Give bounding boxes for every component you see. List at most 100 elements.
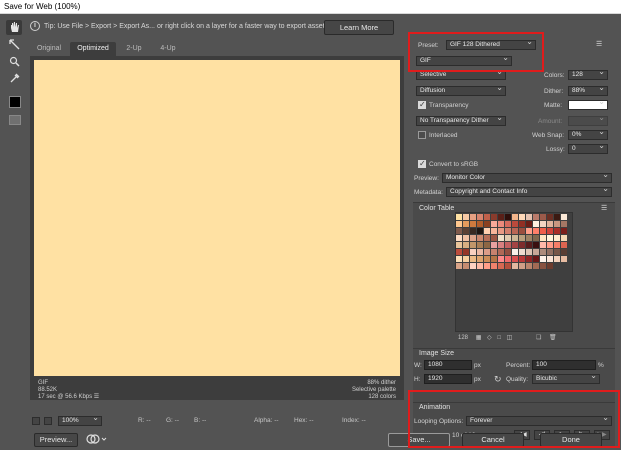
color-swatch[interactable] xyxy=(498,228,504,234)
lock-color-icon[interactable]: □ xyxy=(497,335,501,341)
color-swatch[interactable] xyxy=(456,249,462,255)
color-swatch[interactable] xyxy=(505,263,511,269)
color-swatch[interactable] xyxy=(547,214,553,220)
color-swatch[interactable] xyxy=(519,221,525,227)
color-swatch[interactable] xyxy=(505,242,511,248)
color-swatch[interactable] xyxy=(519,242,525,248)
zoom-tool-icon[interactable] xyxy=(6,54,22,69)
color-swatch[interactable] xyxy=(477,249,483,255)
map-transparent-icon[interactable]: ▦ xyxy=(476,335,482,341)
interlaced-checkbox[interactable] xyxy=(418,131,426,139)
color-swatch[interactable] xyxy=(533,249,539,255)
color-swatch[interactable] xyxy=(526,263,532,269)
color-swatch[interactable] xyxy=(498,235,504,241)
color-swatch[interactable] xyxy=(484,214,490,220)
color-swatch[interactable] xyxy=(505,235,511,241)
color-swatch[interactable] xyxy=(526,249,532,255)
color-swatch[interactable] xyxy=(498,214,504,220)
color-swatch[interactable] xyxy=(547,263,553,269)
zoom-out-icon[interactable] xyxy=(32,417,40,425)
preview-color-select[interactable]: Monitor Color xyxy=(442,173,612,183)
color-swatch[interactable] xyxy=(505,256,511,262)
web-shift-icon[interactable]: ◇ xyxy=(487,335,492,341)
color-swatch[interactable] xyxy=(484,228,490,234)
color-swatch[interactable] xyxy=(505,249,511,255)
color-swatch[interactable] xyxy=(463,228,469,234)
color-swatch[interactable] xyxy=(498,242,504,248)
color-swatch[interactable] xyxy=(470,228,476,234)
tab-optimized[interactable]: Optimized xyxy=(70,42,116,56)
color-swatch[interactable] xyxy=(463,221,469,227)
color-swatch[interactable] xyxy=(456,235,462,241)
tab-2-up[interactable]: 2-Up xyxy=(118,42,150,56)
color-swatch[interactable] xyxy=(554,221,560,227)
color-swatch[interactable] xyxy=(561,228,567,234)
color-swatch[interactable] xyxy=(456,228,462,234)
tab-original[interactable]: Original xyxy=(30,42,68,56)
color-swatch[interactable] xyxy=(519,263,525,269)
color-swatch[interactable] xyxy=(540,249,546,255)
color-swatch[interactable] xyxy=(477,221,483,227)
delete-color-icon[interactable]: 🗑 xyxy=(549,335,557,341)
color-swatch[interactable] xyxy=(512,235,518,241)
color-swatch[interactable] xyxy=(491,235,497,241)
download-speed-menu-icon[interactable]: ☰ xyxy=(94,394,99,400)
color-swatch[interactable] xyxy=(477,242,483,248)
color-swatch[interactable] xyxy=(526,214,532,220)
color-swatch[interactable] xyxy=(526,228,532,234)
color-swatch[interactable] xyxy=(533,235,539,241)
color-swatch[interactable] xyxy=(463,249,469,255)
percent-input[interactable]: 100 xyxy=(532,360,596,370)
tab-4-up[interactable]: 4-Up xyxy=(152,42,184,56)
color-swatch[interactable] xyxy=(540,228,546,234)
zoom-level-select[interactable]: 100% xyxy=(58,416,102,426)
color-swatch[interactable] xyxy=(519,256,525,262)
dither-amount-select[interactable]: 88% xyxy=(568,86,608,96)
color-swatch[interactable] xyxy=(498,221,504,227)
color-swatch[interactable] xyxy=(512,256,518,262)
color-swatch[interactable] xyxy=(463,235,469,241)
browser-icon[interactable] xyxy=(86,433,112,447)
color-swatch[interactable] xyxy=(540,235,546,241)
width-input[interactable]: 1080 xyxy=(424,360,472,370)
dither-algorithm-select[interactable]: Diffusion xyxy=(416,86,506,96)
color-swatch[interactable] xyxy=(470,214,476,220)
color-swatch[interactable] xyxy=(491,221,497,227)
color-swatch[interactable] xyxy=(533,221,539,227)
color-swatch[interactable] xyxy=(561,214,567,220)
color-swatch[interactable] xyxy=(477,256,483,262)
color-swatch[interactable] xyxy=(533,242,539,248)
hand-tool-icon[interactable] xyxy=(6,20,22,35)
color-swatch[interactable] xyxy=(470,235,476,241)
color-swatch[interactable] xyxy=(484,235,490,241)
color-swatch[interactable] xyxy=(470,256,476,262)
color-swatch[interactable] xyxy=(484,242,490,248)
color-swatch[interactable] xyxy=(456,242,462,248)
color-swatch[interactable] xyxy=(498,263,504,269)
color-swatch[interactable] xyxy=(547,242,553,248)
color-swatch[interactable] xyxy=(456,214,462,220)
quality-select[interactable]: Bicubic xyxy=(532,374,600,384)
color-swatch[interactable] xyxy=(547,256,553,262)
color-swatch[interactable] xyxy=(540,256,546,262)
color-swatch[interactable] xyxy=(533,228,539,234)
preview-in-browser-button[interactable]: Preview... xyxy=(34,433,78,447)
color-swatch[interactable] xyxy=(463,256,469,262)
color-swatch[interactable] xyxy=(526,242,532,248)
color-swatch[interactable] xyxy=(456,263,462,269)
eyedropper-tool-icon[interactable] xyxy=(6,71,22,86)
color-swatch[interactable] xyxy=(519,235,525,241)
color-swatch[interactable] xyxy=(512,228,518,234)
learn-more-button[interactable]: Learn More xyxy=(324,20,394,35)
color-swatch[interactable] xyxy=(547,228,553,234)
color-swatch[interactable] xyxy=(526,256,532,262)
color-swatch[interactable] xyxy=(491,214,497,220)
color-swatch[interactable] xyxy=(491,228,497,234)
toggle-slices-icon[interactable] xyxy=(9,115,21,125)
height-input[interactable]: 1920 xyxy=(424,374,472,384)
color-swatch[interactable] xyxy=(547,249,553,255)
color-swatch[interactable] xyxy=(526,235,532,241)
lossy-select[interactable]: 0 xyxy=(568,144,608,154)
add-color-icon[interactable]: ❏ xyxy=(536,335,541,341)
color-swatch[interactable] xyxy=(491,249,497,255)
